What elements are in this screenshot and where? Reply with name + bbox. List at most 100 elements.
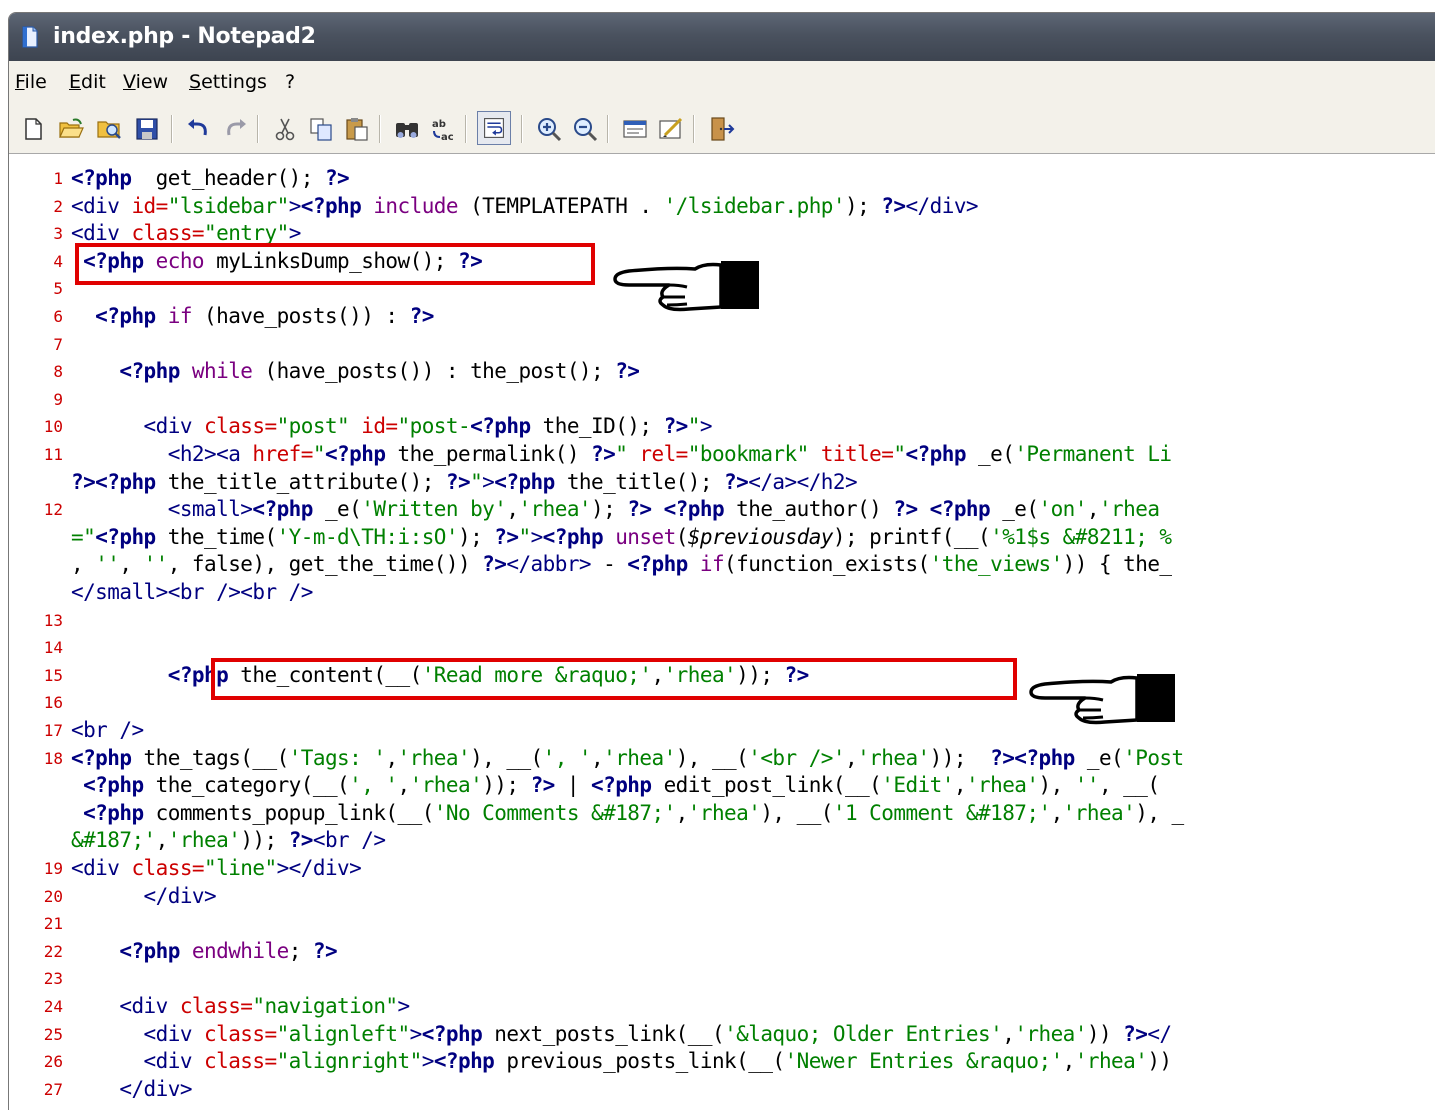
code-line[interactable]: </small><br /><br /> [71,580,313,604]
code-line[interactable]: <?php get_header(); ?> [71,166,350,190]
code-line[interactable]: <div class="post" id="post-<?php the_ID(… [71,414,713,439]
code-token: '' [95,552,120,577]
save-icon[interactable] [133,115,161,143]
code-token: unset [603,524,676,549]
code-token: if [155,304,193,328]
replace-icon[interactable]: ab ac [429,115,457,143]
code-line[interactable]: <div class="line"></div> [71,856,362,880]
code-token: "lsidebar" [167,193,289,218]
code-token: <div [71,1021,205,1046]
code-token: 'rhea' [1062,800,1136,825]
new-file-icon[interactable] [19,115,47,143]
undo-icon[interactable] [185,115,213,143]
code-token: <?php [71,359,180,384]
code-token: '<br />' [748,745,845,770]
code-line[interactable]: </div> [71,1077,192,1101]
code-token: 'rhea' [687,800,761,825]
code-token: , [1050,800,1064,825]
code-line[interactable]: ?><?php the_title_attribute(); ?>"><?php… [71,469,858,494]
code-token: <div [71,994,180,1018]
code-token: 'rhea' [1074,1049,1148,1074]
scheme-icon[interactable] [621,115,649,143]
code-token: <?php [905,442,966,466]
code-token: ?> [482,552,507,577]
code-token: 'No Comments &#187;' [433,800,676,825]
code-line[interactable]: <?php the_category(__(', ','rhea')); ?> … [71,773,1160,798]
paste-icon[interactable] [343,115,371,143]
open-folder-icon[interactable] [57,115,85,143]
code-line[interactable]: <div class="alignleft"><?php next_posts_… [71,1021,1173,1046]
find-icon[interactable] [393,115,421,143]
code-token: ></div> [276,856,362,880]
code-token: <?php [591,773,652,798]
code-token: , [1002,1021,1015,1046]
menu-file[interactable]: File [15,71,47,93]
zoom-in-icon[interactable] [535,115,563,143]
code-token: , false), get_the_time()) [167,552,483,577]
customize-scheme-icon[interactable] [657,115,685,143]
code-token: ?> [591,442,616,466]
code-token: ?> [409,304,435,328]
code-token: )); [929,745,991,770]
line-number: 5 [53,279,63,299]
code-line[interactable]: , '', '', false), get_the_time()) ?></ab… [71,552,1172,576]
menu-view[interactable]: View [123,71,168,93]
line-number: 12 [43,500,63,520]
code-editor[interactable]: </div> <div class="alignright"><?php pre… [9,153,1435,1110]
toolbar-separator [379,115,381,143]
code-token: ?> [288,828,314,853]
pointing-hand-icon [1029,674,1175,725]
code-token: </a></h2> [748,469,858,494]
menu-edit[interactable]: Edit [69,71,106,93]
code-token: ?> [724,469,749,494]
zoom-out-icon[interactable] [571,115,599,143]
code-token: 'rhea' [409,773,483,798]
redo-icon[interactable] [221,115,249,143]
code-token: rel= [639,442,688,466]
code-token: 'rhea' [857,745,930,770]
code-line[interactable]: <?php endwhile; ?> [71,939,337,963]
code-line[interactable]: <?php while (have_posts()) : the_post();… [71,359,640,384]
title-bar[interactable]: index.php - Notepad2 [9,13,1435,61]
word-wrap-icon[interactable] [477,111,511,145]
line-number: 19 [43,859,63,878]
code-line[interactable]: <small><?php _e('Written by','rhea'); ?>… [71,497,1160,522]
menu-help[interactable]: ? [285,71,295,93]
code-token: id= [361,414,398,439]
code-line[interactable]: ="<?php the_time('Y-m-d\TH:i:sO'); ?>"><… [71,525,1172,549]
code-token: _e( [1074,745,1124,770]
code-line[interactable]: <div class="navigation"> [71,994,410,1018]
browse-icon[interactable] [95,115,123,143]
toolbar-separator [693,115,695,143]
code-line[interactable]: &#187;','rhea')); ?><br /> [71,828,386,853]
menu-settings[interactable]: Settings [189,71,267,93]
code-token: <?php [917,497,991,522]
code-token: the_title_attribute(); [155,469,446,494]
code-line[interactable]: <div id="lsidebar"><?php include (TEMPLA… [71,193,979,218]
code-line[interactable]: </div> [71,883,217,908]
code-token: " [312,442,326,466]
exit-icon[interactable] [707,115,735,143]
code-line[interactable]: <?php if (have_posts()) : ?> [71,304,434,328]
code-line[interactable]: <div class="alignright"><?php previous_p… [71,1049,1173,1074]
cut-icon[interactable] [271,115,299,143]
code-token: </div> [71,883,217,908]
code-token: '' [143,552,169,577]
code-token: </small><br /><br /> [71,580,313,604]
pointing-hand-icon [613,261,759,312]
copy-icon[interactable] [307,115,335,143]
code-line[interactable]: <div class="entry"> [71,221,301,245]
code-line[interactable]: <?php comments_popup_link(__('No Comment… [71,801,1184,825]
code-line[interactable]: <?php the_tags(__('Tags: ','rhea'), __('… [71,746,1184,770]
code-token: _e( [965,442,1015,466]
code-line[interactable]: <h2><a href="<?php the_permalink() ?>" r… [71,442,1172,466]
code-token: "post- [397,414,471,439]
code-token: , [71,552,96,577]
code-line[interactable]: <br /> [71,718,144,742]
code-token: 'rhea' [518,497,592,522]
code-token: the_title(); [554,469,725,494]
line-number: 3 [53,224,63,244]
line-number: 26 [43,1052,63,1072]
line-number: 22 [43,941,63,961]
code-token: ), [1038,773,1075,798]
